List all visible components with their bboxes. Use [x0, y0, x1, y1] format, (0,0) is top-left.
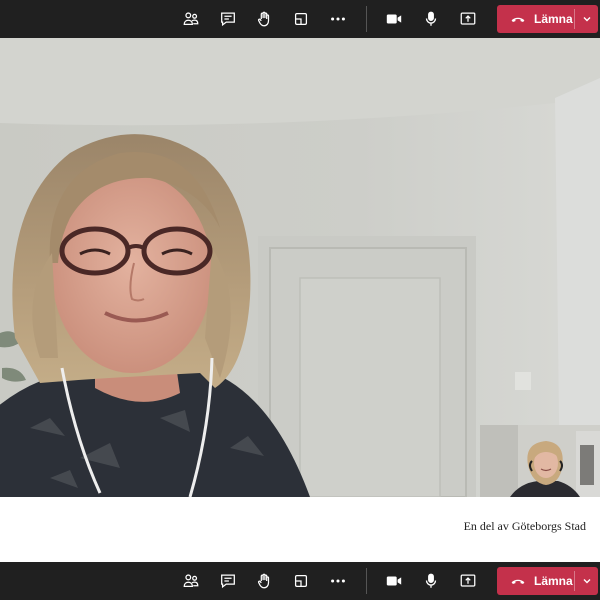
- chat-icon[interactable]: [217, 8, 239, 30]
- meeting-toolbar-bottom: Lämna: [0, 562, 600, 600]
- chat-icon[interactable]: [217, 570, 239, 592]
- more-options-icon[interactable]: [327, 8, 349, 30]
- camera-icon[interactable]: [383, 570, 405, 592]
- share-tray-icon[interactable]: [290, 570, 312, 592]
- leave-label: Lämna: [534, 574, 573, 588]
- share-screen-icon[interactable]: [457, 8, 479, 30]
- self-view-video[interactable]: [480, 425, 600, 497]
- leave-button[interactable]: Lämna: [497, 5, 598, 33]
- raise-hand-icon[interactable]: [253, 570, 275, 592]
- self-view-frame: [480, 425, 600, 497]
- leave-options-chevron-icon[interactable]: [575, 567, 598, 595]
- microphone-icon[interactable]: [420, 8, 442, 30]
- leave-label: Lämna: [534, 12, 573, 26]
- microphone-icon[interactable]: [420, 570, 442, 592]
- leave-button[interactable]: Lämna: [497, 567, 598, 595]
- toolbar-divider: [366, 6, 367, 32]
- footer-strip: En del av Göteborgs Stad: [0, 497, 600, 562]
- phone-hangup-icon: [511, 17, 525, 23]
- camera-icon[interactable]: [383, 8, 405, 30]
- phone-hangup-icon: [511, 579, 525, 585]
- share-screen-icon[interactable]: [457, 570, 479, 592]
- meeting-toolbar-top: Lämna: [0, 0, 600, 38]
- share-tray-icon[interactable]: [290, 8, 312, 30]
- leave-options-chevron-icon[interactable]: [575, 5, 598, 33]
- people-icon[interactable]: [180, 570, 202, 592]
- people-icon[interactable]: [180, 8, 202, 30]
- more-options-icon[interactable]: [327, 570, 349, 592]
- footer-caption: En del av Göteborgs Stad: [463, 519, 586, 533]
- toolbar-divider: [366, 568, 367, 594]
- raise-hand-icon[interactable]: [253, 8, 275, 30]
